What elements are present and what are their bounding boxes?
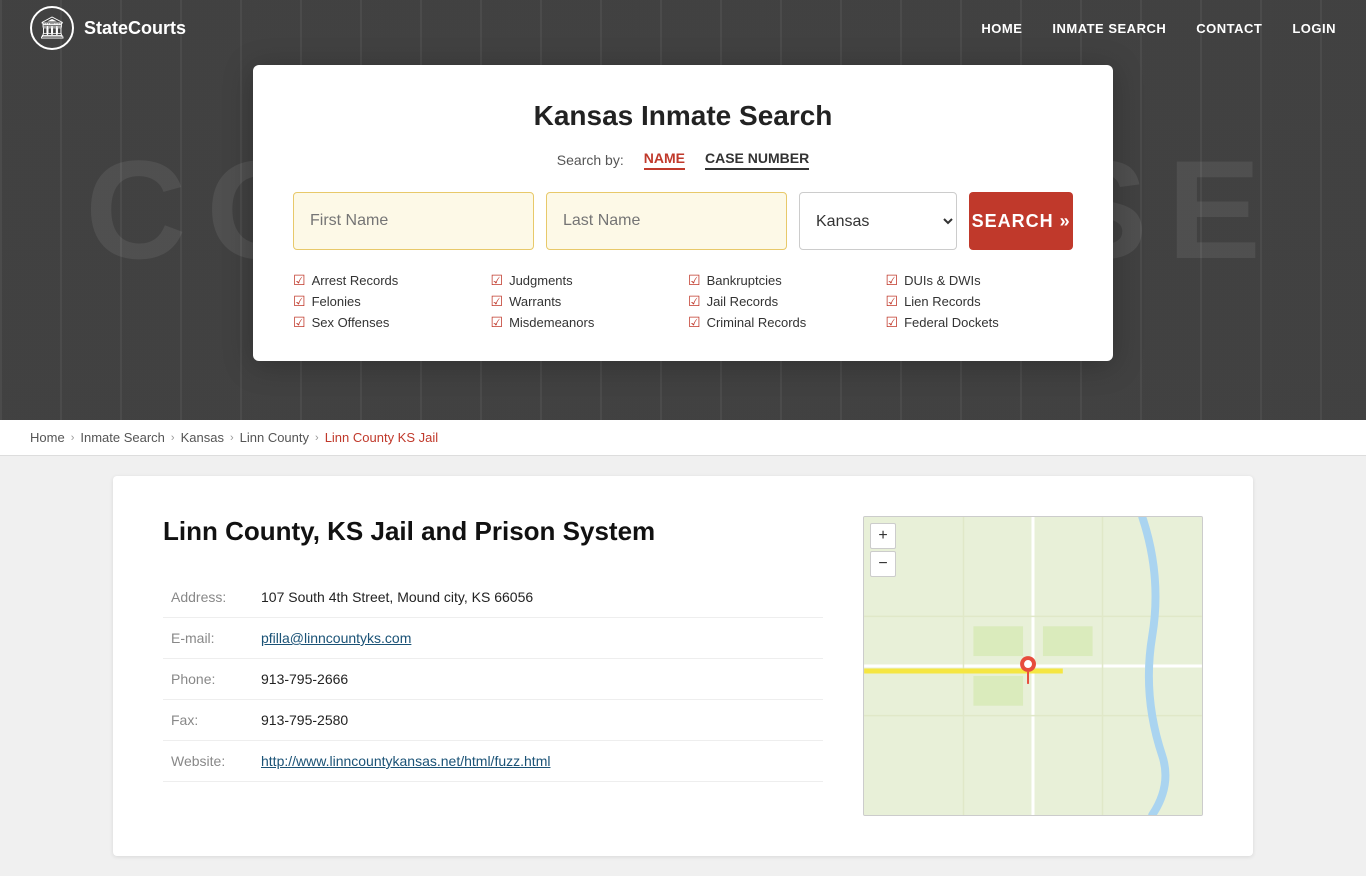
search-title: Kansas Inmate Search	[293, 100, 1073, 132]
check-icon: ☑	[886, 293, 899, 310]
checklist-label: Sex Offenses	[312, 315, 390, 330]
field-value[interactable]: http://www.linncountykansas.net/html/fuz…	[253, 741, 823, 782]
checklist-label: DUIs & DWIs	[904, 273, 981, 288]
nav-contact[interactable]: CONTACT	[1196, 21, 1262, 36]
checklist-label: Lien Records	[904, 294, 981, 309]
nav-links: HOME INMATE SEARCH CONTACT LOGIN	[981, 21, 1336, 36]
field-label: Fax:	[163, 700, 253, 741]
check-icon: ☑	[491, 272, 504, 289]
breadcrumb-sep-2: ›	[171, 432, 175, 444]
field-value: 913-795-2666	[253, 659, 823, 700]
breadcrumb-sep-4: ›	[315, 432, 319, 444]
checklist-label: Judgments	[509, 273, 573, 288]
map-svg	[864, 517, 1202, 815]
checklist-label: Criminal Records	[707, 315, 807, 330]
content-title: Linn County, KS Jail and Prison System	[163, 516, 823, 547]
tab-case-number[interactable]: CASE NUMBER	[705, 150, 809, 170]
checklist: ☑ Arrest Records ☑ Judgments ☑ Bankruptcies ☑ D…	[293, 272, 1073, 331]
field-label: Address:	[163, 577, 253, 618]
checklist-item: ☑ Judgments	[491, 272, 679, 289]
checklist-item: ☑ Bankruptcies	[688, 272, 876, 289]
map-zoom-in[interactable]: +	[870, 523, 896, 549]
checklist-label: Misdemeanors	[509, 315, 594, 330]
main-content: Linn County, KS Jail and Prison System A…	[83, 476, 1283, 856]
map-container: + −	[863, 516, 1203, 816]
check-icon: ☑	[491, 293, 504, 310]
field-value: 107 South 4th Street, Mound city, KS 660…	[253, 577, 823, 618]
nav-home[interactable]: HOME	[981, 21, 1022, 36]
checklist-item: ☑ DUIs & DWIs	[886, 272, 1074, 289]
check-icon: ☑	[688, 272, 701, 289]
table-row: Fax:913-795-2580	[163, 700, 823, 741]
check-icon: ☑	[293, 293, 306, 310]
check-icon: ☑	[688, 314, 701, 331]
check-icon: ☑	[886, 272, 899, 289]
field-link[interactable]: pfilla@linncountyks.com	[261, 630, 411, 646]
search-inputs: Kansas Alabama Alaska Arizona Arkansas C…	[293, 192, 1073, 250]
checklist-label: Bankruptcies	[707, 273, 782, 288]
navbar: 🏛 StateCourts HOME INMATE SEARCH CONTACT…	[0, 0, 1366, 56]
nav-inmate-search[interactable]: INMATE SEARCH	[1052, 21, 1166, 36]
check-icon: ☑	[491, 314, 504, 331]
search-button[interactable]: SEARCH »	[969, 192, 1073, 250]
check-icon: ☑	[293, 272, 306, 289]
last-name-input[interactable]	[546, 192, 787, 250]
checklist-label: Jail Records	[707, 294, 779, 309]
nav-login[interactable]: LOGIN	[1292, 21, 1336, 36]
field-value[interactable]: pfilla@linncountyks.com	[253, 618, 823, 659]
breadcrumb: Home › Inmate Search › Kansas › Linn Cou…	[0, 420, 1366, 456]
field-label: Website:	[163, 741, 253, 782]
breadcrumb-sep-3: ›	[230, 432, 234, 444]
field-link[interactable]: http://www.linncountykansas.net/html/fuz…	[261, 753, 550, 769]
check-icon: ☑	[293, 314, 306, 331]
check-icon: ☑	[688, 293, 701, 310]
breadcrumb-sep-1: ›	[71, 432, 75, 444]
map-section: + −	[863, 516, 1203, 816]
checklist-label: Warrants	[509, 294, 561, 309]
breadcrumb-linn-county[interactable]: Linn County	[240, 430, 309, 445]
tab-name[interactable]: NAME	[644, 150, 685, 170]
checklist-item: ☑ Sex Offenses	[293, 314, 481, 331]
checklist-item: ☑ Criminal Records	[688, 314, 876, 331]
checklist-item: ☑ Warrants	[491, 293, 679, 310]
logo-icon: 🏛	[30, 6, 74, 50]
field-label: Phone:	[163, 659, 253, 700]
checklist-item: ☑ Misdemeanors	[491, 314, 679, 331]
table-row: Phone:913-795-2666	[163, 659, 823, 700]
search-card: Kansas Inmate Search Search by: NAME CAS…	[253, 65, 1113, 361]
info-section: Linn County, KS Jail and Prison System A…	[163, 516, 823, 816]
checklist-label: Federal Dockets	[904, 315, 999, 330]
logo-link[interactable]: 🏛 StateCourts	[30, 6, 186, 50]
check-icon: ☑	[886, 314, 899, 331]
table-row: Website: http://www.linncountykansas.net/…	[163, 741, 823, 782]
checklist-item: ☑ Arrest Records	[293, 272, 481, 289]
map-zoom-out[interactable]: −	[870, 551, 896, 577]
first-name-input[interactable]	[293, 192, 534, 250]
checklist-item: ☑ Federal Dockets	[886, 314, 1074, 331]
logo-text: StateCourts	[84, 18, 186, 39]
table-row: E-mail: pfilla@linncountyks.com	[163, 618, 823, 659]
hero-section: COURTHOUSE 🏛 StateCourts HOME INMATE SEA…	[0, 0, 1366, 420]
breadcrumb-kansas[interactable]: Kansas	[181, 430, 224, 445]
search-by-row: Search by: NAME CASE NUMBER	[293, 150, 1073, 170]
checklist-item: ☑ Felonies	[293, 293, 481, 310]
search-by-label: Search by:	[557, 152, 624, 168]
breadcrumb-inmate-search[interactable]: Inmate Search	[80, 430, 165, 445]
table-row: Address:107 South 4th Street, Mound city…	[163, 577, 823, 618]
checklist-item: ☑ Jail Records	[688, 293, 876, 310]
checklist-item: ☑ Lien Records	[886, 293, 1074, 310]
breadcrumb-home[interactable]: Home	[30, 430, 65, 445]
breadcrumb-current: Linn County KS Jail	[325, 430, 438, 445]
info-table: Address:107 South 4th Street, Mound city…	[163, 577, 823, 782]
checklist-label: Arrest Records	[312, 273, 399, 288]
field-label: E-mail:	[163, 618, 253, 659]
content-card: Linn County, KS Jail and Prison System A…	[113, 476, 1253, 856]
field-value: 913-795-2580	[253, 700, 823, 741]
checklist-label: Felonies	[312, 294, 361, 309]
state-select[interactable]: Kansas Alabama Alaska Arizona Arkansas C…	[799, 192, 957, 250]
